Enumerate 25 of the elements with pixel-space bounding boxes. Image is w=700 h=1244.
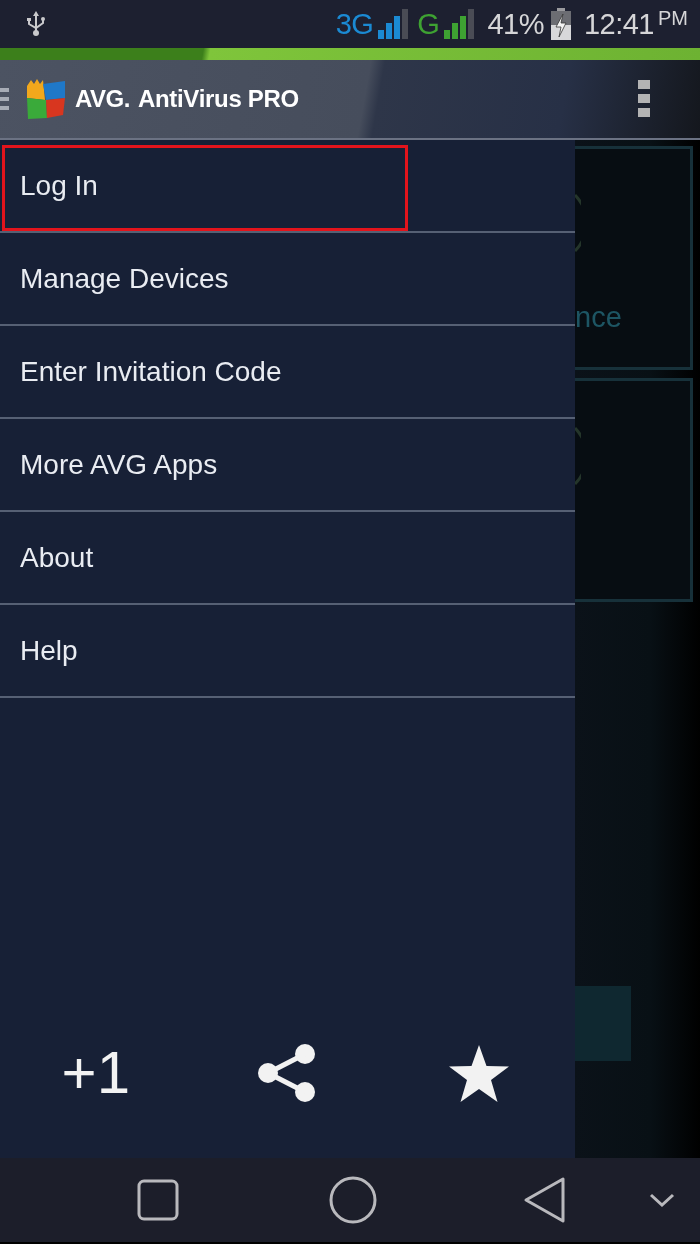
arc-icon [575,193,581,253]
logo-icon [25,78,67,120]
menu-icon[interactable] [0,87,9,111]
battery-charging-icon [550,8,571,40]
network-type: 3G [335,9,374,39]
signal-icon [378,9,410,39]
battery-percent: 41% [487,9,544,39]
clock-period: PM [658,8,688,28]
clock-time: 12:41 [583,9,654,39]
drawer-menu-item[interactable]: Log In [0,140,575,233]
back-icon[interactable] [523,1176,567,1224]
recent-apps-icon[interactable] [137,1179,179,1221]
app-title: AntiVirus PRO [137,84,299,114]
brand-name: AVG. [75,84,130,114]
card-label: nce [575,303,623,332]
network-type: G [417,9,440,39]
more-options-icon[interactable] [638,80,650,118]
star-icon[interactable] [449,1044,510,1102]
home-icon[interactable] [329,1176,377,1224]
usb-icon [26,11,46,37]
arc-icon [575,426,581,486]
signal-icon [444,9,476,39]
share-icon[interactable] [258,1043,317,1103]
chevron-down-icon[interactable] [649,1193,675,1207]
plus-one-button[interactable]: +1 [61,1043,131,1103]
